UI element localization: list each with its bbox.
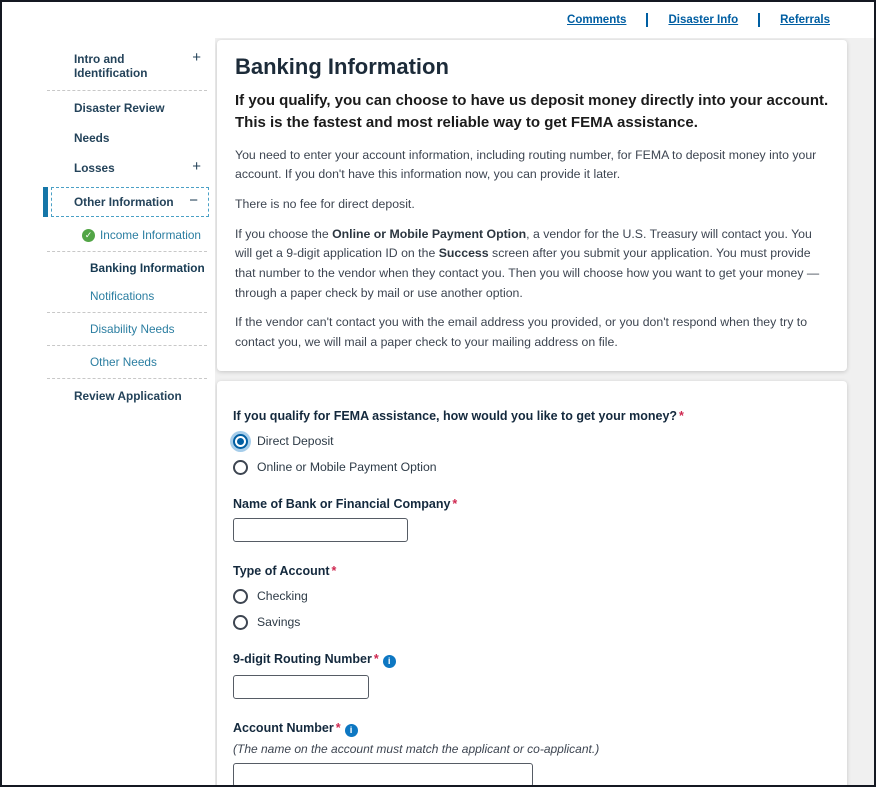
radio-label: Savings — [257, 615, 300, 629]
routing-number-field-group: 9-digit Routing Number* i — [233, 652, 831, 699]
radio-option-savings[interactable]: Savings — [233, 615, 831, 630]
label-text: Account Number — [233, 721, 334, 735]
sidebar-divider — [47, 312, 207, 313]
completed-check-icon: ✓ — [82, 229, 95, 242]
radio-selected-icon[interactable] — [233, 434, 248, 449]
intro-card: Banking Information If you qualify, you … — [217, 40, 847, 371]
intro-paragraph-3: If you choose the Online or Mobile Payme… — [235, 225, 829, 304]
account-type-field-group: Type of Account* Checking Savings — [233, 564, 831, 630]
bold-segment: Online or Mobile Payment Option — [332, 227, 526, 241]
sidebar-item-review-application[interactable]: Review Application — [42, 381, 215, 411]
comments-link[interactable]: Comments — [567, 14, 626, 26]
sidebar-item-losses[interactable]: Losses + — [42, 153, 215, 183]
sidebar-item-label: Other Information — [74, 195, 174, 209]
sidebar-item-banking-information[interactable]: Banking Information — [42, 254, 215, 282]
sidebar-divider — [47, 378, 207, 379]
sidebar-item-label: Notifications — [90, 289, 154, 303]
routing-number-input[interactable] — [233, 675, 369, 699]
radio-label: Checking — [257, 589, 308, 603]
info-icon[interactable]: i — [345, 724, 358, 737]
sidebar-item-income-information[interactable]: ✓ Income Information — [42, 221, 215, 249]
payment-method-question: If you qualify for FEMA assistance, how … — [233, 409, 831, 423]
sidebar-item-label: Other Needs — [90, 355, 157, 369]
intro-paragraph-1: You need to enter your account informati… — [235, 146, 829, 185]
radio-label: Online or Mobile Payment Option — [257, 460, 437, 474]
sidebar-item-label: Banking Information — [90, 261, 205, 275]
page-title: Banking Information — [235, 54, 829, 80]
account-type-label: Type of Account* — [233, 564, 831, 578]
label-text: Type of Account — [233, 564, 330, 578]
main-content: Banking Information If you qualify, you … — [215, 38, 874, 785]
sidebar-divider — [47, 251, 207, 252]
bank-name-field-group: Name of Bank or Financial Company* — [233, 497, 831, 542]
sidebar-item-other-needs[interactable]: Other Needs — [42, 348, 215, 376]
radio-label: Direct Deposit — [257, 434, 334, 448]
intro-paragraph-4: If the vendor can't contact you with the… — [235, 313, 829, 352]
top-navigation-bar: Comments Disaster Info Referrals — [2, 2, 874, 38]
sidebar-divider — [47, 345, 207, 346]
bank-name-label: Name of Bank or Financial Company* — [233, 497, 831, 511]
nav-divider — [646, 13, 648, 27]
sidebar-item-intro-and-identification[interactable]: Intro and Identification + — [42, 44, 215, 88]
disaster-info-link[interactable]: Disaster Info — [668, 14, 738, 26]
text-segment: If you choose the — [235, 227, 332, 241]
radio-option-checking[interactable]: Checking — [233, 589, 831, 604]
expand-icon: + — [192, 158, 201, 175]
sidebar-item-label: Intro and Identification — [74, 52, 147, 80]
nav-divider — [758, 13, 760, 27]
sidebar-divider — [47, 90, 207, 91]
required-marker: * — [332, 564, 337, 578]
sidebar-item-label: Disaster Review — [74, 101, 165, 115]
radio-option-online-mobile-payment[interactable]: Online or Mobile Payment Option — [233, 460, 831, 475]
radio-option-direct-deposit[interactable]: Direct Deposit — [233, 434, 831, 449]
sidebar-item-label: Disability Needs — [90, 322, 175, 336]
sidebar-item-disability-needs[interactable]: Disability Needs — [42, 315, 215, 343]
routing-number-label: 9-digit Routing Number* i — [233, 652, 831, 668]
bank-name-input[interactable] — [233, 518, 408, 542]
radio-unselected-icon[interactable] — [233, 589, 248, 604]
account-number-hint: (The name on the account must match the … — [233, 742, 831, 756]
sidebar-item-label: Needs — [74, 131, 109, 145]
sidebar-item-label: Losses — [74, 161, 115, 175]
referrals-link[interactable]: Referrals — [780, 14, 830, 26]
radio-unselected-icon[interactable] — [233, 615, 248, 630]
required-marker: * — [679, 409, 684, 423]
required-marker: * — [374, 652, 379, 666]
required-marker: * — [452, 497, 457, 511]
sidebar-item-label: Review Application — [74, 389, 182, 403]
page-lead-text: If you qualify, you can choose to have u… — [235, 90, 829, 134]
collapse-icon: − — [189, 192, 198, 209]
sidebar-item-other-information[interactable]: Other Information − — [51, 187, 209, 217]
sidebar-item-needs[interactable]: Needs — [42, 123, 215, 153]
banking-form-card: If you qualify for FEMA assistance, how … — [217, 381, 847, 785]
account-number-label: Account Number* i — [233, 721, 831, 737]
radio-unselected-icon[interactable] — [233, 460, 248, 475]
info-icon[interactable]: i — [383, 655, 396, 668]
intro-paragraph-2: There is no fee for direct deposit. — [235, 195, 829, 215]
required-marker: * — [336, 721, 341, 735]
account-number-field-group: Account Number* i (The name on the accoun… — [233, 721, 831, 785]
sidebar-item-disaster-review[interactable]: Disaster Review — [42, 93, 215, 123]
label-text: Name of Bank or Financial Company — [233, 497, 450, 511]
question-text: If you qualify for FEMA assistance, how … — [233, 409, 677, 423]
bold-segment: Success — [439, 246, 489, 260]
expand-icon: + — [192, 49, 201, 66]
sidebar-item-label: Income Information — [100, 228, 201, 242]
sidebar-navigation: Intro and Identification + Disaster Revi… — [2, 38, 215, 785]
sidebar-item-notifications[interactable]: Notifications — [42, 282, 215, 310]
label-text: 9-digit Routing Number — [233, 652, 372, 666]
account-number-input[interactable] — [233, 763, 533, 785]
